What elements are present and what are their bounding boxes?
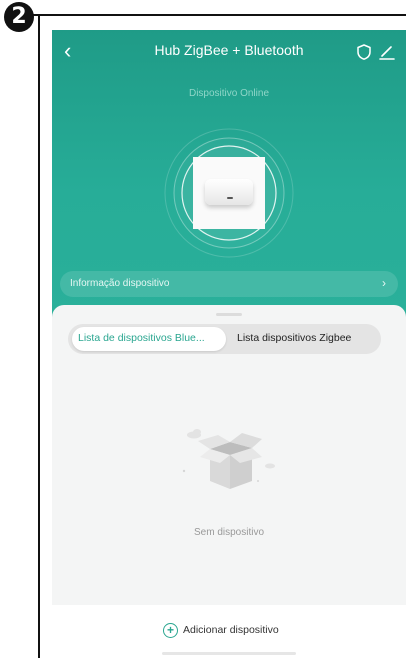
- device-info-row[interactable]: Informação dispositivo ›: [60, 271, 398, 297]
- step-number-badge: 2: [4, 2, 34, 32]
- device-status-text: Dispositivo Online: [188, 88, 270, 99]
- tab-zigbee-label: Lista dispositivos Zigbee: [237, 332, 352, 344]
- device-list-sheet: Lista de dispositivos Blue... Lista disp…: [52, 305, 406, 635]
- plus-circle-icon: +: [163, 623, 178, 638]
- tab-bluetooth-devices[interactable]: Lista de dispositivos Blue...: [72, 327, 226, 351]
- frame-border-top: [30, 14, 406, 16]
- add-device-button[interactable]: + Adicionar dispositivo: [163, 620, 303, 640]
- app-screen: ‹ Hub ZigBee + Bluetooth Dispositivo Onl…: [52, 30, 406, 658]
- tab-bluetooth-label: Lista de dispositivos Blue...: [78, 332, 205, 344]
- edit-pencil-icon[interactable]: [378, 43, 396, 61]
- hub-indicator-light: [227, 197, 233, 199]
- empty-state-text: Sem dispositivo: [193, 527, 265, 538]
- device-info-label: Informação dispositivo: [70, 278, 170, 289]
- empty-box-icon: [182, 429, 275, 489]
- add-device-label: Adicionar dispositivo: [183, 624, 279, 636]
- device-list-tabs: Lista de dispositivos Blue... Lista disp…: [68, 324, 381, 354]
- page-title: Hub ZigBee + Bluetooth: [154, 42, 304, 58]
- hub-body: [205, 179, 253, 205]
- chevron-right-icon: ›: [382, 276, 386, 290]
- device-header-panel: ‹ Hub ZigBee + Bluetooth Dispositivo Onl…: [52, 30, 406, 325]
- shield-icon[interactable]: [355, 43, 373, 61]
- home-indicator: [162, 652, 296, 655]
- tab-zigbee-devices[interactable]: Lista dispositivos Zigbee: [231, 327, 379, 351]
- top-nav-bar: ‹ Hub ZigBee + Bluetooth: [52, 39, 406, 64]
- sheet-drag-handle[interactable]: [216, 313, 242, 316]
- zigbee-hub-photo: [193, 157, 265, 229]
- bottom-action-bar: + Adicionar dispositivo: [52, 605, 406, 658]
- frame-border-left: [38, 14, 40, 658]
